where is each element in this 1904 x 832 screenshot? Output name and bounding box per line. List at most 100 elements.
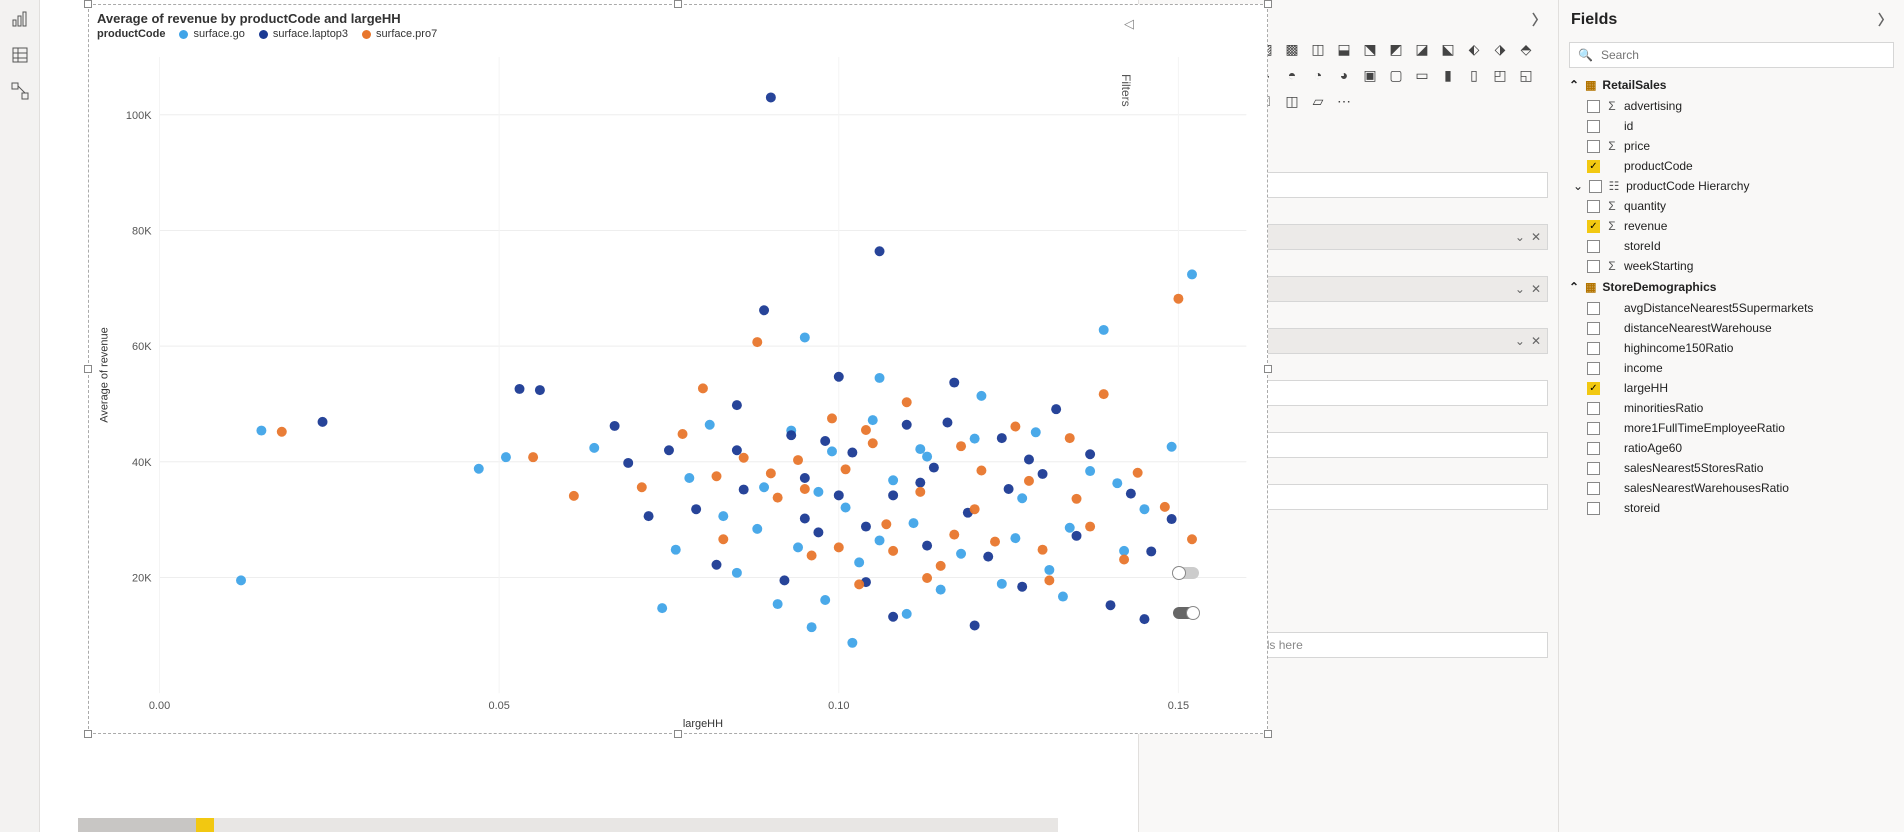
search-icon: 🔍 — [1578, 48, 1593, 62]
remove-icon[interactable]: ✕ — [1531, 334, 1541, 348]
viz-type-icon[interactable]: ◫ — [1281, 90, 1303, 112]
field-row[interactable]: minoritiesRatio — [1559, 398, 1904, 418]
field-checkbox[interactable] — [1587, 502, 1600, 515]
viz-type-icon[interactable]: ◩ — [1385, 38, 1407, 60]
field-checkbox[interactable] — [1587, 402, 1600, 415]
field-row[interactable]: Σquantity — [1559, 196, 1904, 216]
legend-item[interactable]: surface.go — [179, 28, 244, 40]
legend-item[interactable]: surface.laptop3 — [259, 28, 348, 40]
field-row[interactable]: highincome150Ratio — [1559, 338, 1904, 358]
field-name: salesNearestWarehousesRatio — [1624, 481, 1789, 495]
resize-handle[interactable] — [1264, 0, 1272, 8]
legend-title: productCode — [97, 28, 165, 40]
report-view-icon[interactable] — [9, 8, 31, 30]
search-input[interactable] — [1599, 47, 1885, 63]
viz-type-icon[interactable]: ◔ — [1307, 64, 1329, 86]
viz-type-icon[interactable]: ⬖ — [1463, 38, 1485, 60]
remove-icon[interactable]: ✕ — [1531, 282, 1541, 296]
fields-search[interactable]: 🔍 — [1569, 42, 1894, 68]
field-checkbox[interactable] — [1587, 302, 1600, 315]
viz-type-icon[interactable]: ⬗ — [1489, 38, 1511, 60]
collapse-pane-icon[interactable]: 〉 — [1532, 10, 1546, 30]
chevron-down-icon[interactable]: ⌄ — [1515, 282, 1525, 296]
viz-type-icon[interactable]: ⬔ — [1359, 38, 1381, 60]
chevron-down-icon[interactable]: ⌄ — [1515, 230, 1525, 244]
field-row[interactable]: income — [1559, 358, 1904, 378]
field-row[interactable]: ΣweekStarting — [1559, 256, 1904, 276]
viz-type-icon[interactable]: ◓ — [1281, 64, 1303, 86]
expand-icon[interactable]: ⌃ — [1569, 78, 1579, 92]
legend-item[interactable]: surface.pro7 — [362, 28, 437, 40]
resize-handle[interactable] — [674, 0, 682, 8]
field-checkbox[interactable] — [1587, 100, 1600, 113]
field-row[interactable]: storeId — [1559, 236, 1904, 256]
resize-handle[interactable] — [84, 0, 92, 8]
viz-type-icon[interactable]: ▱ — [1307, 90, 1329, 112]
field-row[interactable]: salesNearest5StoresRatio — [1559, 458, 1904, 478]
field-row[interactable]: ✓largeHH — [1559, 378, 1904, 398]
field-checkbox[interactable] — [1587, 322, 1600, 335]
field-checkbox[interactable] — [1587, 240, 1600, 253]
field-name: minoritiesRatio — [1624, 401, 1703, 415]
viz-type-icon[interactable]: ◕ — [1333, 64, 1355, 86]
table-header[interactable]: ⌃▦StoreDemographics — [1559, 276, 1904, 298]
field-row[interactable]: ✓productCode — [1559, 156, 1904, 176]
field-checkbox[interactable] — [1587, 442, 1600, 455]
collapse-filters-icon[interactable]: ◁ — [1124, 16, 1134, 32]
field-row[interactable]: ⌄☷productCode Hierarchy — [1559, 176, 1904, 196]
field-row[interactable]: id — [1559, 116, 1904, 136]
viz-type-icon[interactable]: ◱ — [1515, 64, 1537, 86]
field-checkbox[interactable] — [1587, 422, 1600, 435]
field-row[interactable]: storeid — [1559, 498, 1904, 518]
report-canvas[interactable]: Average of revenue by productCode and la… — [40, 0, 1138, 832]
field-checkbox[interactable] — [1589, 180, 1602, 193]
data-view-icon[interactable] — [9, 44, 31, 66]
field-checkbox[interactable]: ✓ — [1587, 220, 1600, 233]
viz-type-icon[interactable]: ◰ — [1489, 64, 1511, 86]
viz-type-icon[interactable]: ▮ — [1437, 64, 1459, 86]
scatter-plot[interactable]: 20K40K60K80K100K0.000.050.100.15largeHHA… — [89, 47, 1267, 733]
viz-type-icon[interactable]: ▢ — [1385, 64, 1407, 86]
field-checkbox[interactable] — [1587, 260, 1600, 273]
viz-type-icon[interactable]: ▯ — [1463, 64, 1485, 86]
model-view-icon[interactable] — [9, 80, 31, 102]
collapse-pane-icon[interactable]: 〉 — [1878, 10, 1892, 30]
field-checkbox[interactable] — [1587, 120, 1600, 133]
field-row[interactable]: avgDistanceNearest5Supermarkets — [1559, 298, 1904, 318]
field-checkbox[interactable] — [1587, 140, 1600, 153]
field-checkbox[interactable]: ✓ — [1587, 160, 1600, 173]
field-checkbox[interactable] — [1587, 342, 1600, 355]
field-checkbox[interactable] — [1587, 362, 1600, 375]
remove-icon[interactable]: ✕ — [1531, 230, 1541, 244]
field-row[interactable]: Σadvertising — [1559, 96, 1904, 116]
svg-text:100K: 100K — [126, 110, 152, 122]
viz-type-icon[interactable]: ⋯ — [1333, 90, 1355, 112]
viz-type-icon[interactable]: ⬕ — [1437, 38, 1459, 60]
viz-type-icon[interactable]: ◫ — [1307, 38, 1329, 60]
table-header[interactable]: ⌃▦RetailSales — [1559, 74, 1904, 96]
field-checkbox[interactable] — [1587, 482, 1600, 495]
viz-type-icon[interactable]: ▭ — [1411, 64, 1433, 86]
expand-icon[interactable]: ⌄ — [1573, 179, 1583, 193]
expand-icon[interactable]: ⌃ — [1569, 280, 1579, 294]
chevron-down-icon[interactable]: ⌄ — [1515, 334, 1525, 348]
field-row[interactable]: Σprice — [1559, 136, 1904, 156]
field-checkbox[interactable] — [1587, 462, 1600, 475]
scrollbar-thumb[interactable] — [78, 818, 198, 832]
viz-type-icon[interactable]: ◪ — [1411, 38, 1433, 60]
scatter-visual[interactable]: Average of revenue by productCode and la… — [88, 4, 1268, 734]
field-row[interactable]: distanceNearestWarehouse — [1559, 318, 1904, 338]
field-row[interactable]: more1FullTimeEmployeeRatio — [1559, 418, 1904, 438]
viz-type-icon[interactable]: ▣ — [1359, 64, 1381, 86]
field-row[interactable]: ✓Σrevenue — [1559, 216, 1904, 236]
field-checkbox[interactable] — [1587, 200, 1600, 213]
field-row[interactable]: salesNearestWarehousesRatio — [1559, 478, 1904, 498]
viz-type-icon[interactable]: ⬓ — [1333, 38, 1355, 60]
field-name: advertising — [1624, 99, 1682, 113]
field-row[interactable]: ratioAge60 — [1559, 438, 1904, 458]
filters-pane-tab[interactable]: Filters — [1114, 50, 1138, 130]
page-tab-scrollbar[interactable] — [78, 818, 1058, 832]
viz-type-icon[interactable]: ▩ — [1281, 38, 1303, 60]
field-checkbox[interactable]: ✓ — [1587, 382, 1600, 395]
viz-type-icon[interactable]: ⬘ — [1515, 38, 1537, 60]
